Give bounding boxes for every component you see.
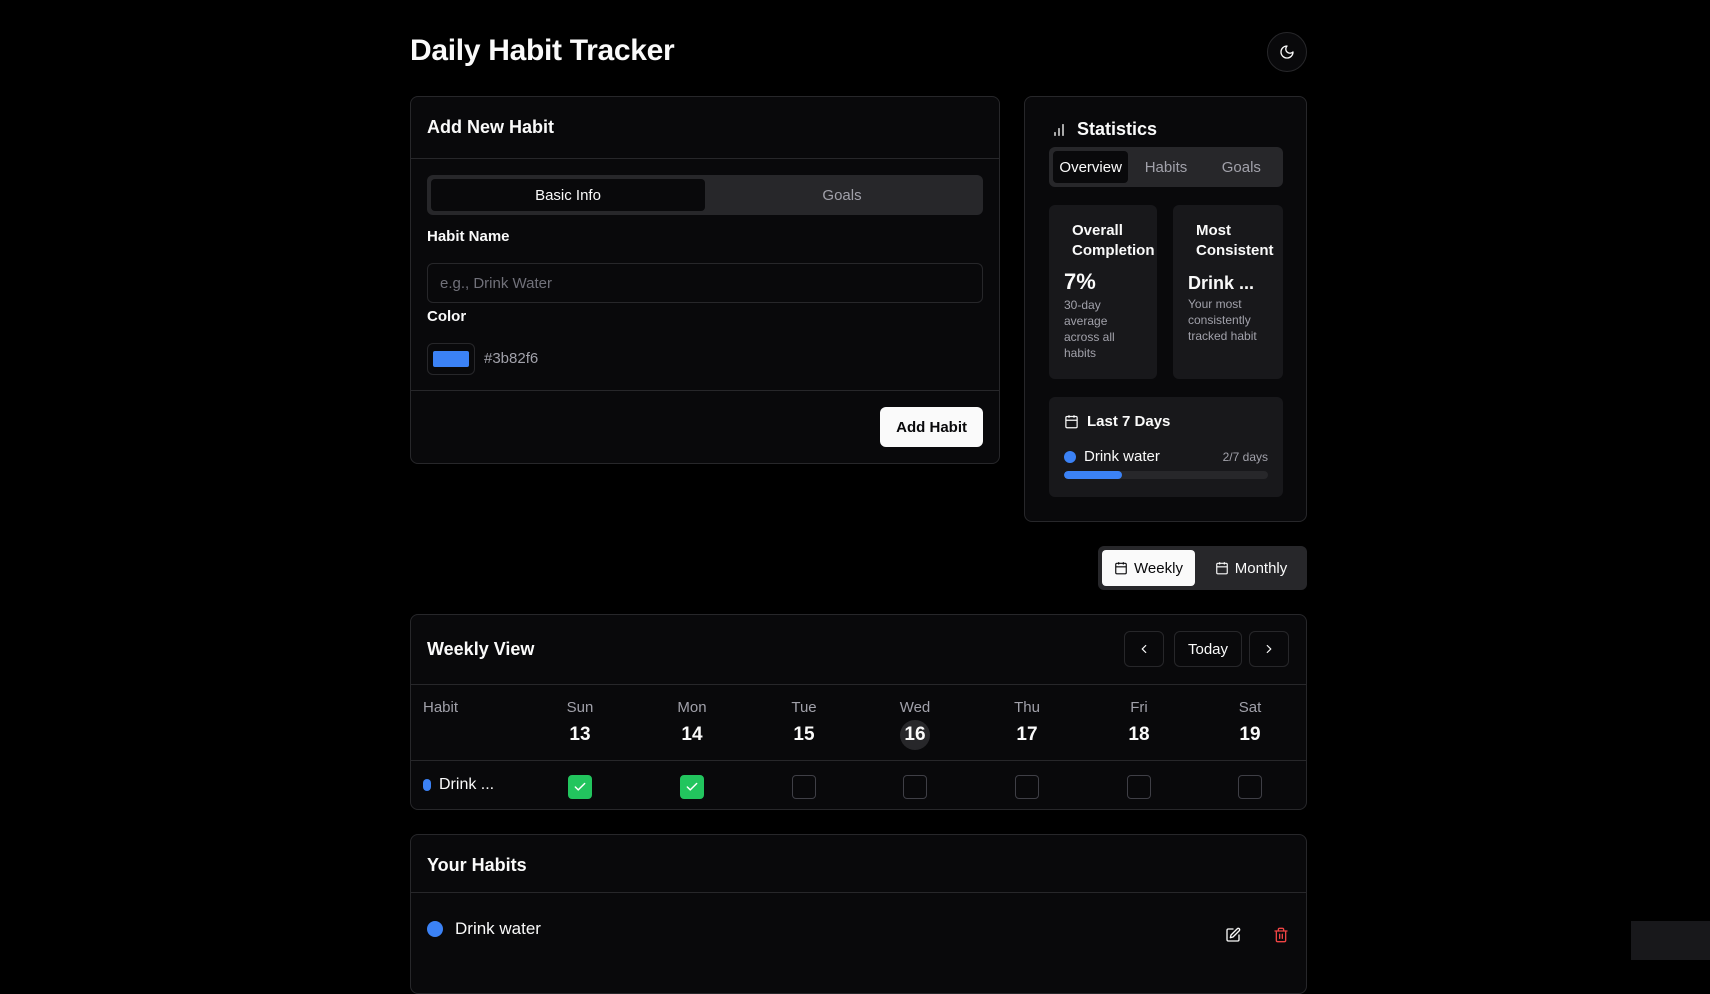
day-name: Mon — [677, 699, 707, 716]
statistics-tabs: Overview Habits Goals — [1049, 147, 1283, 187]
last-7-days-progress — [1064, 471, 1268, 479]
day-column-sat: Sat 19 — [1220, 685, 1280, 750]
row-habit-name: Drink ... — [439, 776, 495, 793]
day-name: Fri — [1130, 699, 1148, 716]
calendar-grid-icon — [1215, 562, 1228, 575]
last-7-days-habit-name: Drink water — [1084, 448, 1160, 465]
your-habits-card: Your Habits Drink water — [410, 834, 1307, 994]
calendar-icon — [1115, 562, 1127, 575]
day-column-fri: Fri 18 — [1109, 685, 1169, 750]
edit-icon — [1226, 927, 1241, 942]
habit-color-dot — [427, 921, 443, 937]
day-name: Sun — [566, 699, 594, 716]
most-consistent-desc: Your most consistently tracked habit — [1188, 297, 1257, 343]
overall-completion-card: Overall Completion 7% 30-day average acr… — [1049, 205, 1157, 379]
last-7-days-title: Last 7 Days — [1087, 413, 1171, 430]
view-toggle: Weekly Monthly — [1098, 546, 1307, 590]
add-habit-card: Add New Habit Basic Info Goals Habit Nam… — [410, 96, 1000, 464]
habit-name-label: Habit Name — [427, 228, 510, 245]
day-date: 18 — [1128, 724, 1150, 745]
last-7-days-card: Last 7 Days Drink water 2/7 days — [1049, 397, 1283, 497]
overall-completion-title: Overall Completion — [1072, 222, 1155, 259]
color-picker[interactable] — [427, 343, 475, 375]
check-icon — [574, 782, 586, 791]
edit-habit-button[interactable] — [1217, 919, 1249, 951]
color-swatch — [433, 351, 469, 367]
statistics-card: Statistics Overview Habits Goals Overall… — [1024, 96, 1307, 522]
day-date: 19 — [1239, 724, 1261, 745]
your-habits-title: Your Habits — [427, 855, 527, 875]
theme-toggle-button[interactable] — [1267, 32, 1307, 72]
add-habit-title: Add New Habit — [427, 117, 555, 137]
moon-icon — [1280, 45, 1294, 59]
bar-chart-icon — [1054, 123, 1064, 136]
calendar-icon — [1065, 415, 1078, 429]
habit-color-dot — [1064, 450, 1076, 463]
tab-habits[interactable]: Habits — [1128, 151, 1203, 183]
chevron-right-icon — [1266, 644, 1272, 654]
card-footer-divider — [411, 390, 999, 391]
check-thu[interactable] — [1015, 775, 1039, 799]
tab-basic-info[interactable]: Basic Info — [431, 179, 705, 211]
check-icon — [686, 782, 698, 791]
day-date: 17 — [1016, 724, 1038, 745]
next-week-button[interactable] — [1249, 631, 1289, 667]
delete-habit-button[interactable] — [1265, 919, 1297, 951]
most-consistent-value: Drink ... — [1188, 273, 1255, 293]
day-date-today: 16 — [900, 720, 930, 750]
check-mon[interactable] — [680, 775, 704, 799]
table-row: Drink ... — [411, 761, 1306, 811]
statistics-title: Statistics — [1077, 119, 1158, 139]
overall-completion-desc: 30-day average across all habits — [1064, 298, 1115, 360]
most-consistent-title: Most Consistent — [1196, 222, 1274, 259]
day-name: Thu — [1014, 699, 1040, 716]
check-sun[interactable] — [568, 775, 592, 799]
weekly-button[interactable]: Weekly — [1102, 550, 1195, 586]
tab-stats-goals[interactable]: Goals — [1204, 151, 1279, 183]
day-column-wed: Wed 16 — [885, 685, 945, 750]
day-column-sun: Sun 13 — [550, 685, 610, 750]
habit-item-name: Drink water — [455, 919, 541, 938]
corner-overlay — [1631, 921, 1710, 960]
tab-goals[interactable]: Goals — [705, 179, 979, 211]
today-button[interactable]: Today — [1174, 631, 1242, 667]
check-sat[interactable] — [1238, 775, 1262, 799]
day-name: Tue — [791, 699, 817, 716]
day-name: Wed — [899, 699, 931, 716]
color-label: Color — [427, 308, 467, 325]
color-hex-value: #3b82f6 — [484, 350, 539, 367]
habit-color-dot — [423, 779, 431, 791]
last-7-days-item: Drink water 2/7 days — [1064, 448, 1268, 465]
add-habit-button[interactable]: Add Habit — [880, 407, 983, 447]
most-consistent-card: Most Consistent Drink ... Your most cons… — [1173, 205, 1283, 379]
check-tue[interactable] — [792, 775, 816, 799]
day-name: Sat — [1238, 699, 1262, 716]
last-7-days-count: 2/7 days — [1222, 449, 1268, 464]
overall-completion-value: 7% — [1064, 269, 1096, 294]
list-item: Drink water — [411, 893, 1306, 965]
page-title: Daily Habit Tracker — [410, 34, 675, 67]
day-column-mon: Mon 14 — [662, 685, 722, 750]
trash-icon — [1274, 927, 1288, 943]
progress-fill — [1064, 471, 1123, 479]
check-wed[interactable] — [903, 775, 927, 799]
monthly-label: Monthly — [1234, 559, 1288, 577]
check-fri[interactable] — [1127, 775, 1151, 799]
monthly-button[interactable]: Monthly — [1199, 550, 1303, 586]
add-habit-tabs: Basic Info Goals — [427, 175, 983, 215]
habit-name-input[interactable] — [427, 263, 983, 303]
tab-overview[interactable]: Overview — [1053, 151, 1129, 183]
day-date: 13 — [569, 724, 591, 745]
prev-week-button[interactable] — [1124, 631, 1164, 667]
weekly-label: Weekly — [1134, 559, 1183, 577]
chevron-left-icon — [1141, 644, 1147, 654]
habit-column-header: Habit — [423, 699, 459, 716]
day-date: 14 — [681, 724, 703, 745]
day-column-tue: Tue 15 — [774, 685, 834, 750]
day-column-thu: Thu 17 — [997, 685, 1057, 750]
day-date: 15 — [793, 724, 815, 745]
weekly-view-card: Weekly View Today Habit Sun 13 Mon 14 Tue 1… — [410, 614, 1307, 810]
week-grid-header: Habit Sun 13 Mon 14 Tue 15 Wed 16 Thu 17 Fri 1… — [411, 685, 1306, 761]
